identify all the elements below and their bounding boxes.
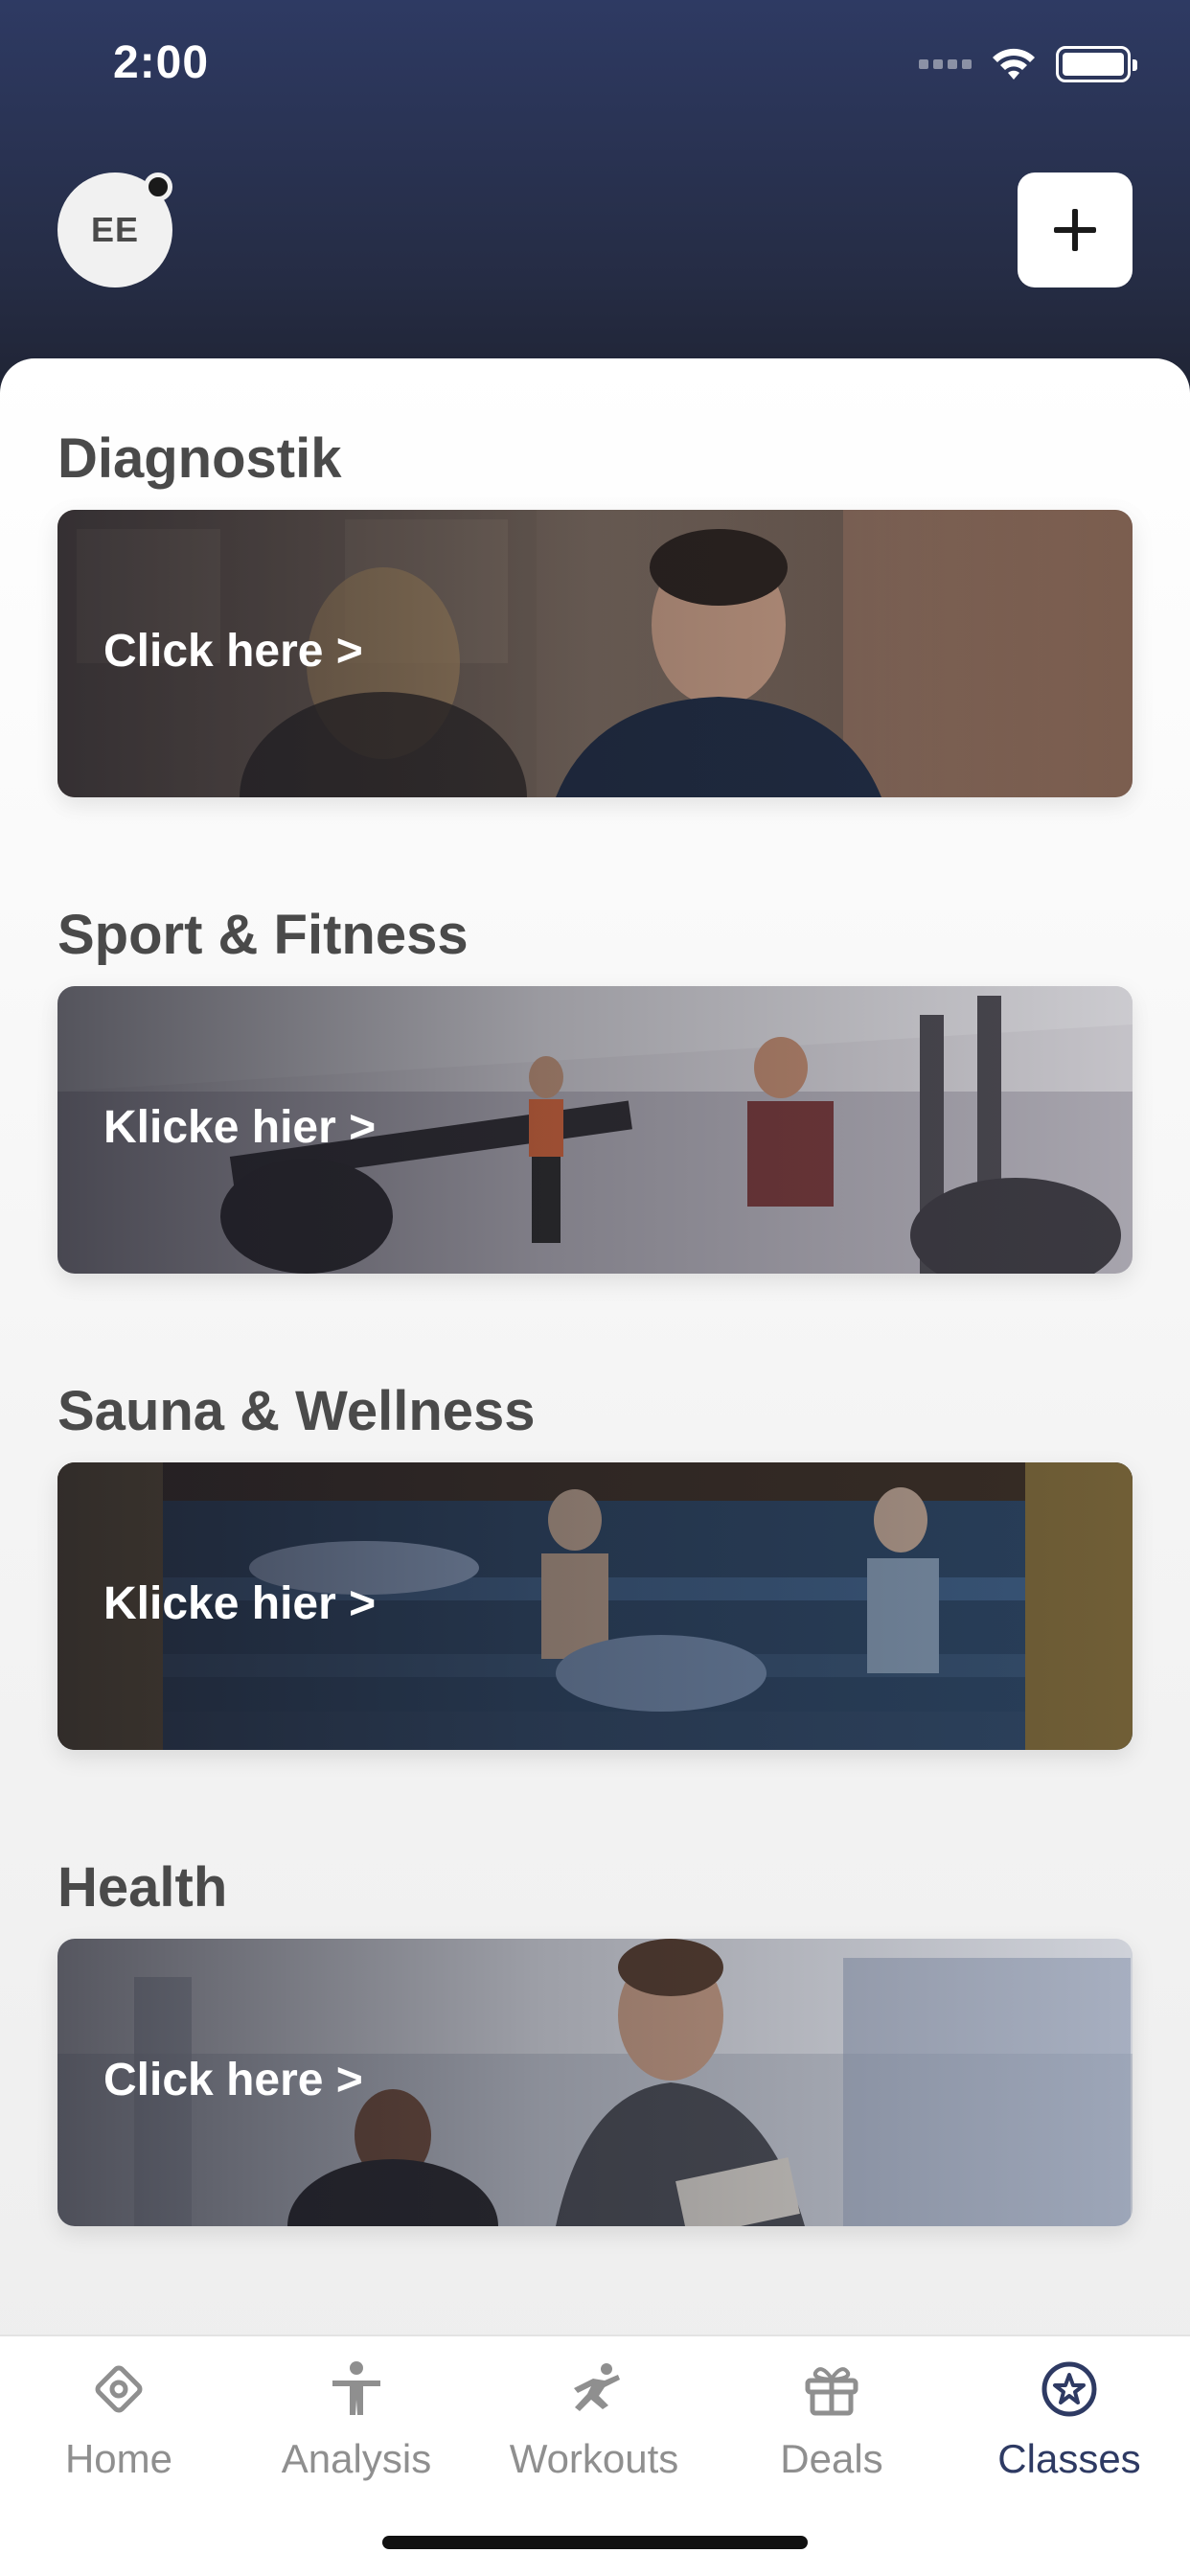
section-title: Diagnostik (57, 427, 342, 490)
add-button[interactable] (1018, 172, 1133, 288)
diagnostik-card[interactable]: Click here > (57, 510, 1133, 797)
tab-workouts[interactable]: Workouts (475, 2356, 713, 2509)
home-diamond-icon (85, 2356, 152, 2423)
health-card[interactable]: Click here > (57, 1939, 1133, 2226)
gift-icon (798, 2356, 865, 2423)
tab-classes[interactable]: Classes (950, 2356, 1188, 2509)
card-cta: Click here > (103, 626, 363, 677)
battery-icon (1056, 46, 1137, 82)
section-sauna-wellness: Sauna & Wellness Klicke hier > (57, 1368, 1133, 1750)
classes-content: Diagnostik Click here > Sport & Fitness … (0, 358, 1190, 2576)
section-diagnostik: Diagnostik Click here > (57, 416, 1133, 797)
sauna-wellness-card[interactable]: Klicke hier > (57, 1462, 1133, 1750)
person-icon (323, 2356, 390, 2423)
card-cta: Klicke hier > (103, 1102, 377, 1153)
signal-icon (919, 59, 972, 69)
tab-analysis[interactable]: Analysis (238, 2356, 475, 2509)
sport-fitness-card[interactable]: Klicke hier > (57, 986, 1133, 1274)
tab-label: Home (64, 2436, 173, 2481)
card-cta: Click here > (103, 2055, 363, 2105)
home-indicator[interactable] (382, 2536, 808, 2549)
section-title: Health (57, 1856, 228, 1919)
tab-home[interactable]: Home (0, 2356, 238, 2509)
star-badge-icon (1036, 2356, 1103, 2423)
avatar-initials: EE (90, 210, 140, 249)
tab-label: Workouts (509, 2436, 679, 2481)
card-cta: Klicke hier > (103, 1578, 377, 1629)
status-icons (919, 42, 1137, 86)
running-icon (561, 2356, 628, 2423)
wifi-icon (993, 48, 1035, 80)
notification-dot (144, 172, 172, 201)
plus-icon (1054, 209, 1096, 251)
tab-label: Analysis (281, 2436, 432, 2481)
section-title: Sport & Fitness (57, 904, 469, 966)
section-title: Sauna & Wellness (57, 1380, 536, 1442)
section-sport-fitness: Sport & Fitness Klicke hier > (57, 892, 1133, 1274)
avatar[interactable]: EE (57, 172, 172, 288)
tab-label: Classes (997, 2436, 1141, 2481)
section-health: Health Click here > (57, 1845, 1133, 2226)
status-time: 2:00 (113, 37, 210, 88)
tab-label: Deals (780, 2436, 883, 2481)
status-bar: 2:00 (0, 0, 1190, 134)
tab-deals[interactable]: Deals (713, 2356, 950, 2509)
